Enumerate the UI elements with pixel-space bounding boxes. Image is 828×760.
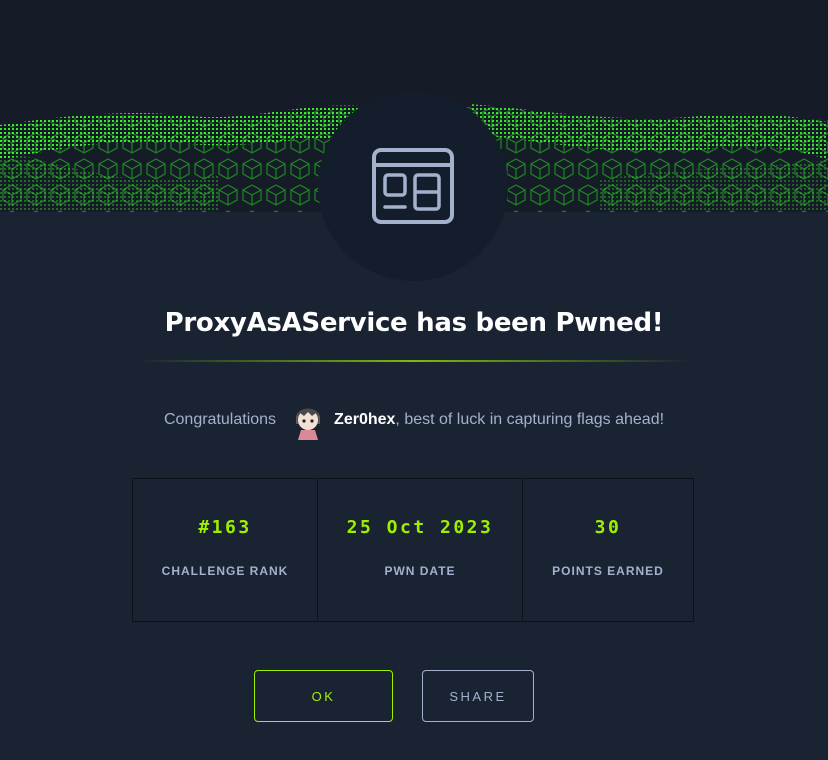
stat-label: PWN DATE bbox=[384, 564, 456, 578]
share-button[interactable]: SHARE bbox=[422, 670, 534, 722]
user-avatar bbox=[292, 400, 324, 440]
ok-button[interactable]: OK bbox=[254, 670, 393, 722]
stat-value: #163 bbox=[198, 517, 252, 538]
congrats-message: Congratulations Zer0hex , best of luck i… bbox=[0, 400, 828, 440]
stats-panel: #163 CHALLENGE RANK 25 Oct 2023 PWN DATE… bbox=[132, 478, 694, 622]
pwned-title: ProxyAsAService has been Pwned! bbox=[164, 308, 664, 338]
web-window-icon bbox=[372, 148, 454, 224]
stat-label: POINTS EARNED bbox=[552, 564, 664, 578]
stat-challenge-rank: #163 CHALLENGE RANK bbox=[133, 479, 318, 621]
username: Zer0hex bbox=[334, 411, 396, 428]
stat-pwn-date: 25 Oct 2023 PWN DATE bbox=[318, 479, 523, 621]
stat-label: CHALLENGE RANK bbox=[161, 564, 289, 578]
stat-value: 30 bbox=[594, 517, 622, 538]
congrats-suffix: , best of luck in capturing flags ahead! bbox=[395, 411, 665, 428]
title-divider bbox=[138, 360, 690, 362]
congrats-prefix: Congratulations bbox=[163, 411, 277, 428]
stat-value: 25 Oct 2023 bbox=[346, 517, 494, 538]
challenge-icon-badge bbox=[318, 91, 508, 281]
stat-points-earned: 30 POINTS EARNED bbox=[523, 479, 693, 621]
